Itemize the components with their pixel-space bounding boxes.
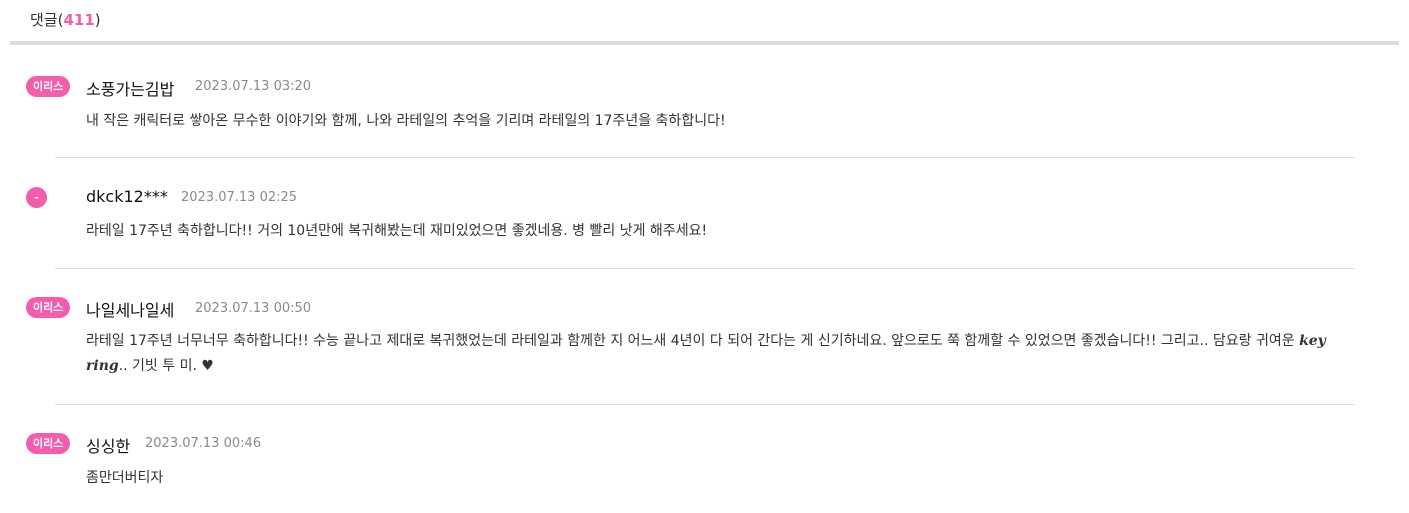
comments-header: 댓글(411) — [30, 9, 101, 30]
server-badge: 이리스 — [26, 297, 71, 318]
comment-text: 좀만더버티자 — [86, 470, 164, 486]
comment-text: 라테일 17주년 축하합니다!! 거의 10년만에 복귀해봤는데 재미있었으면 … — [86, 223, 708, 239]
comment-divider — [55, 268, 1355, 269]
server-badge: 이리스 — [26, 76, 71, 97]
comment-date: 2023.07.13 00:50 — [195, 301, 312, 316]
comment-date: 2023.07.13 02:25 — [181, 190, 298, 205]
comment-author[interactable]: 싱싱한 — [86, 433, 130, 457]
server-badge: - — [26, 187, 47, 208]
comment-divider — [55, 157, 1355, 158]
comment-text-part: 라테일 17주년 너무너무 축하합니다!! 수능 끝나고 제대로 복귀했었는데 … — [86, 333, 1300, 349]
comment-author[interactable]: 나일세나일세 — [86, 297, 174, 321]
comment-author[interactable]: dkck12*** — [86, 187, 168, 206]
comment-text: 라테일 17주년 너무너무 축하합니다!! 수능 끝나고 제대로 복귀했었는데 … — [86, 329, 1336, 379]
comment-date: 2023.07.13 00:46 — [145, 436, 262, 451]
server-badge: 이리스 — [26, 433, 71, 454]
comment-date: 2023.07.13 03:20 — [195, 79, 312, 94]
close-paren: ) — [94, 11, 101, 29]
header-divider — [10, 41, 1399, 45]
comment-author[interactable]: 소풍가는김밥 — [86, 76, 174, 100]
comment-divider — [55, 404, 1355, 405]
comment-text-part: .. 기빗 투 미. ♥ — [118, 358, 214, 374]
comment-count: 411 — [63, 11, 95, 29]
comment-text: 내 작은 캐릭터로 쌓아온 무수한 이야기와 함께, 나와 라테일의 추억을 기… — [86, 113, 726, 129]
comments-label: 댓글 — [30, 11, 58, 29]
